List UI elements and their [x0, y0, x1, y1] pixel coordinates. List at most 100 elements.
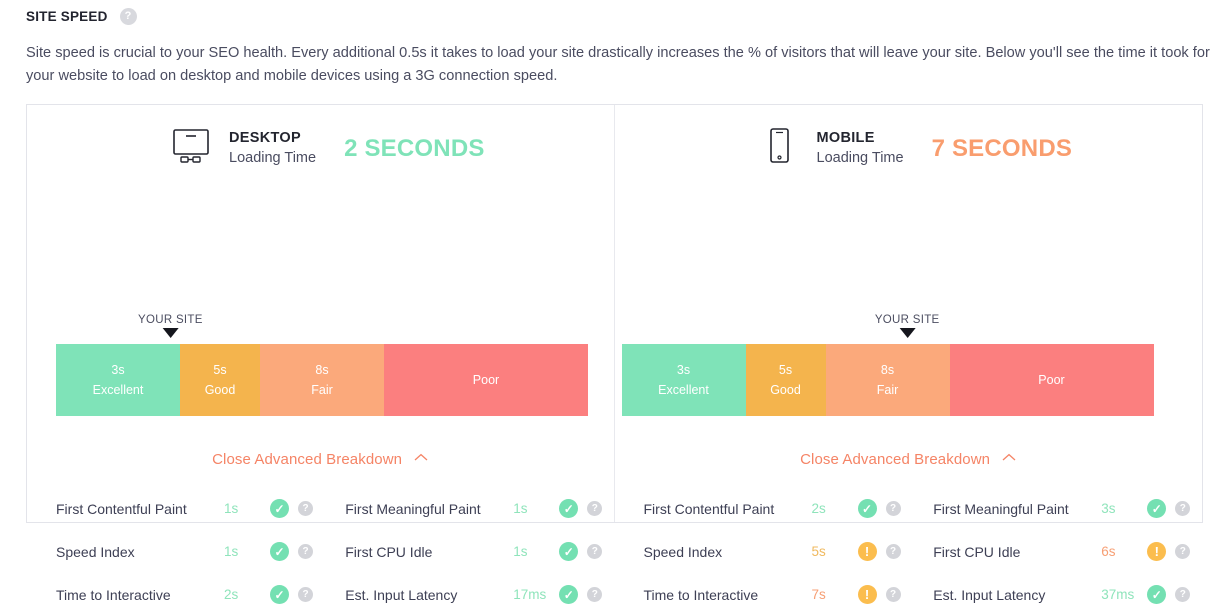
chevron-up-icon — [1002, 449, 1016, 466]
desktop-device-header: DESKTOP Loading Time 2 SECONDS — [171, 127, 485, 170]
metric-value: 1s — [224, 501, 239, 516]
metric-row: First CPU Idle 6s!? — [933, 530, 1202, 573]
check-circle-icon: ✓ — [559, 542, 579, 561]
check-circle-icon: ✓ — [1147, 499, 1167, 518]
help-icon[interactable]: ? — [119, 8, 137, 25]
section-description: Site speed is crucial to your SEO health… — [26, 45, 1210, 84]
metric-help-icon[interactable]: ? — [1175, 587, 1191, 602]
desktop-device-name: DESKTOP — [229, 129, 301, 146]
desktop-scale-segment-fair: 8s Fair — [260, 344, 384, 416]
metric-help-icon[interactable]: ? — [885, 587, 901, 602]
desktop-segment-time: 8s — [315, 363, 329, 377]
desktop-metrics-column-left: First Contentful Paint 1s ✓? Speed Index 1s ✓… — [27, 487, 320, 616]
desktop-scale-segment-good: 5s Good — [180, 344, 260, 416]
metric-row: First Contentful Paint 1s ✓? — [56, 487, 320, 530]
mobile-marker-label: YOUR SITE — [874, 314, 940, 326]
metric-row: Speed Index 1s ✓? — [56, 530, 320, 573]
metric-name: First Meaningful Paint — [933, 500, 1069, 517]
mobile-scale-segment-good: 5s Good — [745, 344, 826, 416]
metric-name: Est. Input Latency — [933, 586, 1046, 603]
mobile-segment-label: Excellent — [658, 383, 709, 397]
site-speed-panel: DESKTOP Loading Time 2 SECONDS YOUR SITE… — [26, 104, 1203, 604]
desktop-breakdown-label: Close Advanced Breakdown — [212, 451, 403, 468]
metric-name: First CPU Idle — [933, 543, 1021, 560]
status-glyph: ✓ — [563, 544, 574, 559]
mobile-segment-time: 5s — [778, 363, 793, 377]
desktop-device-meta: DESKTOP Loading Time — [229, 129, 316, 168]
mobile-metrics-column-right: First Meaningful Paint 3s ✓? First CPU Idle… — [908, 487, 1202, 616]
metric-row: Time to Interactive 7s!? — [644, 573, 909, 616]
status-glyph: ✓ — [1151, 587, 1162, 602]
desktop-panel: DESKTOP Loading Time 2 SECONDS YOUR SITE… — [27, 105, 615, 604]
mobile-breakdown-toggle[interactable]: Close Advanced Breakdown — [615, 449, 1203, 468]
desktop-metrics: First Contentful Paint 1s ✓? Speed Index 1s ✓… — [27, 487, 614, 616]
metric-value: 2s — [811, 501, 826, 516]
mobile-your-site-marker: YOUR SITE — [875, 314, 940, 338]
status-glyph: ! — [1154, 544, 1159, 559]
mobile-device-subtitle: Loading Time — [816, 149, 904, 166]
metric-value: 1s — [513, 501, 528, 516]
metric-help-icon[interactable]: ? — [885, 501, 901, 516]
metric-help-icon[interactable]: ? — [587, 501, 603, 516]
metric-help-icon[interactable]: ? — [587, 587, 603, 602]
metric-row: Time to Interactive 2s ✓? — [56, 573, 320, 616]
metric-row: Speed Index 5s!? — [644, 530, 909, 573]
desktop-segment-label: Good — [204, 383, 236, 397]
metric-name: Speed Index — [56, 543, 135, 560]
mobile-scale-segment-poor: Poor — [949, 344, 1154, 416]
metric-help-icon[interactable]: ? — [298, 587, 313, 602]
desktop-segment-label: Excellent — [92, 383, 144, 397]
chevron-up-icon — [414, 449, 428, 466]
desktop-monitor-icon — [171, 127, 211, 170]
metric-row: First Contentful Paint 2s ✓? — [644, 487, 909, 530]
check-circle-icon: ✓ — [1147, 585, 1167, 604]
metric-value: 17ms — [513, 587, 547, 602]
desktop-breakdown-toggle[interactable]: Close Advanced Breakdown — [27, 449, 614, 468]
mobile-segment-time: 3s — [676, 363, 691, 377]
metric-value: 37ms — [1101, 587, 1135, 602]
desktop-segment-label: Poor — [472, 373, 500, 387]
metric-name: First Meaningful Paint — [345, 500, 481, 517]
section-header: SITE SPEED ? — [26, 8, 137, 25]
desktop-segment-time: 3s — [111, 363, 125, 377]
status-glyph: ✓ — [274, 587, 285, 602]
status-glyph: ✓ — [274, 501, 285, 516]
metric-help-icon[interactable]: ? — [1175, 501, 1191, 516]
mobile-phone-icon — [759, 127, 799, 170]
down-triangle-icon — [899, 328, 916, 338]
mobile-device-meta: MOBILE Loading Time — [817, 129, 904, 168]
metric-row: First CPU Idle 1s ✓? — [345, 530, 613, 573]
metric-name: Time to Interactive — [56, 586, 171, 603]
desktop-loading-time: 2 SECONDS — [344, 134, 485, 162]
mobile-device-name: MOBILE — [816, 129, 875, 146]
mobile-segment-label: Poor — [1038, 373, 1065, 387]
metric-help-icon[interactable]: ? — [1175, 544, 1191, 559]
metric-name: First Contentful Paint — [56, 500, 187, 517]
status-glyph: ✓ — [1151, 501, 1162, 516]
metric-value: 1s — [224, 544, 239, 559]
metric-help-icon[interactable]: ? — [885, 544, 901, 559]
desktop-device-subtitle: Loading Time — [229, 149, 317, 166]
mobile-metrics-column-left: First Contentful Paint 2s ✓? Speed Index 5s!… — [615, 487, 909, 616]
exclamation-circle-icon: ! — [1147, 542, 1167, 561]
metric-value: 5s — [811, 544, 826, 559]
mobile-scale-bar: 3s Excellent 5s Good 8s Fair Poor — [621, 344, 1154, 416]
exclamation-circle-icon: ! — [857, 585, 877, 604]
check-circle-icon: ✓ — [559, 499, 579, 518]
exclamation-circle-icon: ! — [857, 542, 877, 561]
metric-name: First Contentful Paint — [643, 500, 775, 517]
metric-name: Speed Index — [643, 543, 723, 560]
mobile-segment-label: Good — [770, 383, 801, 397]
check-circle-icon: ✓ — [270, 585, 289, 604]
metric-help-icon[interactable]: ? — [298, 544, 313, 559]
mobile-scale-segment-excellent: 3s Excellent — [621, 344, 746, 416]
status-glyph: ✓ — [563, 587, 574, 602]
check-circle-icon: ✓ — [857, 499, 877, 518]
status-glyph: ✓ — [563, 501, 574, 516]
desktop-marker-label: YOUR SITE — [138, 314, 203, 326]
metric-help-icon[interactable]: ? — [587, 544, 603, 559]
metric-row: Est. Input Latency 17ms ✓? — [345, 573, 613, 616]
metric-help-icon[interactable]: ? — [298, 501, 313, 516]
desktop-scale-segment-excellent: 3s Excellent — [56, 344, 180, 416]
status-glyph: ! — [864, 544, 870, 559]
